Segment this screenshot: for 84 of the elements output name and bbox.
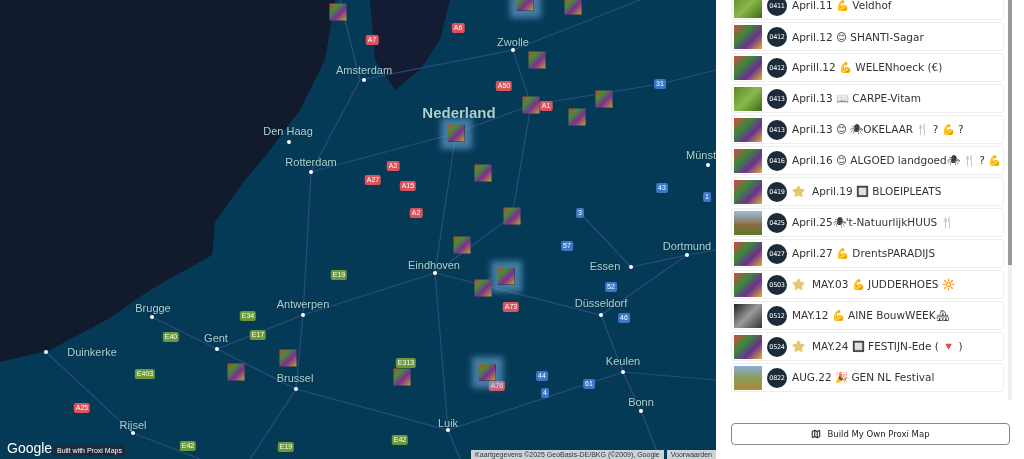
photo-placeholder [734, 241, 762, 266]
event-title: MAY.12 💪 AINE BouwWEEK🏘 [792, 309, 949, 322]
event-title: April.13 📖 CARPE-Vitam [792, 92, 921, 105]
city-label: Duinkerke [67, 346, 117, 358]
photo-placeholder [734, 24, 762, 49]
city-label: Antwerpen [276, 298, 330, 310]
city-dot [446, 428, 450, 432]
city-dot [287, 140, 291, 144]
country-label: Nederland [422, 104, 496, 121]
city-label: Bonn [628, 396, 654, 408]
map-pin[interactable] [522, 96, 540, 114]
map-pin[interactable] [453, 236, 471, 254]
map-pin[interactable] [478, 363, 496, 381]
photo-placeholder [734, 179, 762, 204]
city-dot [639, 409, 643, 413]
event-title: April.27 💪 DrentsPARADIJS [792, 247, 936, 260]
city-dot [621, 370, 625, 374]
city-label: Brussel [276, 372, 314, 384]
city-dot [511, 48, 515, 52]
map-pin[interactable] [447, 124, 465, 142]
city-label: Keulen [605, 355, 641, 367]
city-dot [301, 313, 305, 317]
photo-placeholder [734, 117, 762, 142]
photo-placeholder [734, 148, 762, 173]
map-pin[interactable] [474, 164, 492, 182]
city-dot [215, 347, 219, 351]
event-title: MAY.24 🔲 FESTIJN-Ede ( 🔻 ) [812, 340, 963, 353]
city-dot [362, 78, 366, 82]
map-pin[interactable] [279, 349, 297, 367]
photo-placeholder [734, 303, 762, 328]
event-title: April.13 😊 🕷OKELAAR 🍴 ? 💪 ? [792, 123, 964, 136]
build-map-button[interactable]: Build My Own Proxi Map [731, 423, 1010, 445]
map-pin[interactable] [528, 51, 546, 69]
city-label: Gent [204, 332, 228, 344]
city-label: Rijsel [119, 419, 147, 431]
photo-placeholder [734, 86, 762, 111]
map-pin[interactable] [474, 279, 492, 297]
city-label: Düsseldorf [574, 297, 628, 309]
map-icon [811, 429, 822, 439]
photo-placeholder [734, 365, 762, 390]
city-dot [44, 350, 48, 354]
scrollbar[interactable] [1008, 0, 1012, 400]
city-label: Brugge [135, 302, 171, 314]
event-title: Aprill.12 💪 WELENhoeck (€) [792, 61, 943, 74]
map-pin[interactable] [595, 90, 613, 108]
scrollbar-thumb[interactable] [1008, 0, 1012, 265]
map-logo: Google [7, 440, 53, 456]
city-dot [309, 170, 313, 174]
city-label: Amsterdam [335, 64, 393, 76]
city-label: Rotterdam [285, 156, 337, 168]
event-title: April.16 😊 ALGOED landgoed🕷 🍴 ? 💪 [792, 154, 1002, 167]
city-dot [599, 313, 603, 317]
event-title: April.25🕷't-NatuurlijkHUUS 🍴 [792, 216, 954, 229]
map-pin[interactable] [393, 368, 411, 386]
city-label: Eindhoven [408, 259, 460, 271]
map-pin[interactable] [503, 207, 521, 225]
city-label: Essen [589, 260, 621, 272]
map-pin[interactable] [568, 108, 586, 126]
event-title: April.11 💪 Veldhof [792, 0, 892, 12]
city-dot [131, 431, 135, 435]
map-pin[interactable] [329, 3, 347, 21]
city-dot [629, 265, 633, 269]
photo-placeholder [734, 210, 762, 235]
event-title: April.19 🔲 BLOEIPLEATS [812, 185, 942, 198]
city-dot [150, 315, 154, 319]
city-dot [294, 387, 298, 391]
photo-placeholder [734, 334, 762, 359]
city-label: Den Haag [263, 125, 313, 137]
city-label: Dortmund [662, 240, 712, 252]
event-title: MAY.03 💪 JUDDERHOES 🔆 [812, 278, 955, 291]
event-title: AUG.22 🎉 GEN NL Festival [792, 371, 935, 384]
map-pin[interactable] [564, 0, 582, 15]
city-label: Münst [686, 149, 716, 161]
photo-placeholder [734, 0, 762, 18]
city-dot [433, 271, 437, 275]
map-pin[interactable] [497, 267, 515, 285]
photo-placeholder [734, 272, 762, 297]
city-label: Luik [437, 417, 459, 429]
event-title: April.12 😊 SHANTI-Sagar [792, 30, 924, 43]
city-dot [706, 163, 710, 167]
map-pin[interactable] [227, 363, 245, 381]
city-label: Zwolle [497, 36, 529, 48]
city-dot [685, 253, 689, 257]
photo-placeholder [734, 55, 762, 80]
